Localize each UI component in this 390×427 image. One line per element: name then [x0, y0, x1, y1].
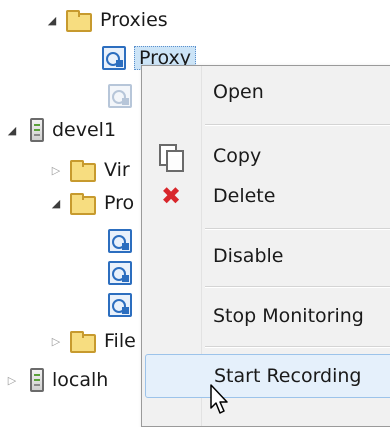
expanded-arrow-icon[interactable]: ◢: [4, 124, 20, 137]
menu-item-label: Copy: [213, 145, 262, 167]
tree-item-proxies[interactable]: ◢ Proxies: [44, 2, 168, 38]
tree-item-label: localh: [52, 369, 109, 391]
tree-item-label: Vir: [104, 159, 130, 181]
tree-item-files[interactable]: ▷ File: [48, 323, 136, 359]
menu-item-copy[interactable]: Copy: [142, 134, 390, 178]
folder-icon: [66, 10, 92, 32]
server-icon: [30, 368, 44, 392]
menu-separator: [205, 124, 390, 126]
menu-item-label: Open: [213, 81, 264, 103]
menu-item-label: Start Recording: [214, 365, 362, 387]
collapsed-arrow-icon[interactable]: ▷: [48, 164, 64, 177]
proxy-icon: [108, 261, 132, 285]
collapsed-arrow-icon[interactable]: ▷: [4, 374, 20, 387]
folder-icon: [70, 331, 96, 353]
tree-item-localhost[interactable]: ▷ localh: [4, 362, 108, 398]
menu-item-delete[interactable]: ✖ Delete: [142, 174, 390, 218]
collapsed-arrow-icon[interactable]: ▷: [48, 335, 64, 348]
menu-item-label: Delete: [213, 185, 276, 207]
server-icon: [30, 118, 44, 142]
tree-item-label: Pro: [104, 192, 135, 214]
tree-item-devel1[interactable]: ◢ devel1: [4, 112, 116, 148]
folder-icon: [70, 193, 96, 215]
expanded-arrow-icon[interactable]: ◢: [48, 197, 64, 210]
menu-item-stop-monitoring[interactable]: Stop Monitoring: [142, 294, 390, 338]
pointer-cursor-icon: [210, 384, 228, 414]
menu-item-open[interactable]: Open: [142, 70, 390, 114]
menu-separator: [205, 346, 390, 348]
delete-icon: ✖: [160, 182, 182, 210]
menu-item-label: Disable: [213, 245, 284, 267]
tree-item-proxy-b[interactable]: [108, 255, 140, 291]
proxy-icon: [108, 229, 132, 253]
folder-icon: [70, 160, 96, 182]
tree-item-proxy-2[interactable]: [108, 78, 140, 114]
expanded-arrow-icon[interactable]: ◢: [44, 14, 60, 27]
tree-item-label: Proxies: [100, 9, 168, 31]
menu-separator: [205, 228, 390, 230]
copy-icon: [159, 144, 184, 172]
tree-item-label: devel1: [52, 119, 117, 141]
tree-item-proxy-c[interactable]: [108, 287, 140, 323]
tree-item-proxies-2[interactable]: ◢ Pro: [48, 185, 134, 221]
menu-item-disable[interactable]: Disable: [142, 234, 390, 278]
menu-item-label: Stop Monitoring: [213, 305, 364, 327]
menu-separator: [205, 286, 390, 288]
tree-item-proxy-a[interactable]: [108, 223, 140, 259]
tree-item-virtual[interactable]: ▷ Vir: [48, 152, 130, 188]
proxy-icon: [108, 293, 132, 317]
menu-item-start-recording[interactable]: Start Recording: [145, 354, 390, 398]
tree-item-label: File: [104, 330, 136, 352]
context-menu: Open Copy ✖ Delete Disable Stop Monitori…: [141, 65, 390, 427]
proxy-icon: [102, 46, 126, 70]
proxy-icon: [108, 84, 132, 108]
